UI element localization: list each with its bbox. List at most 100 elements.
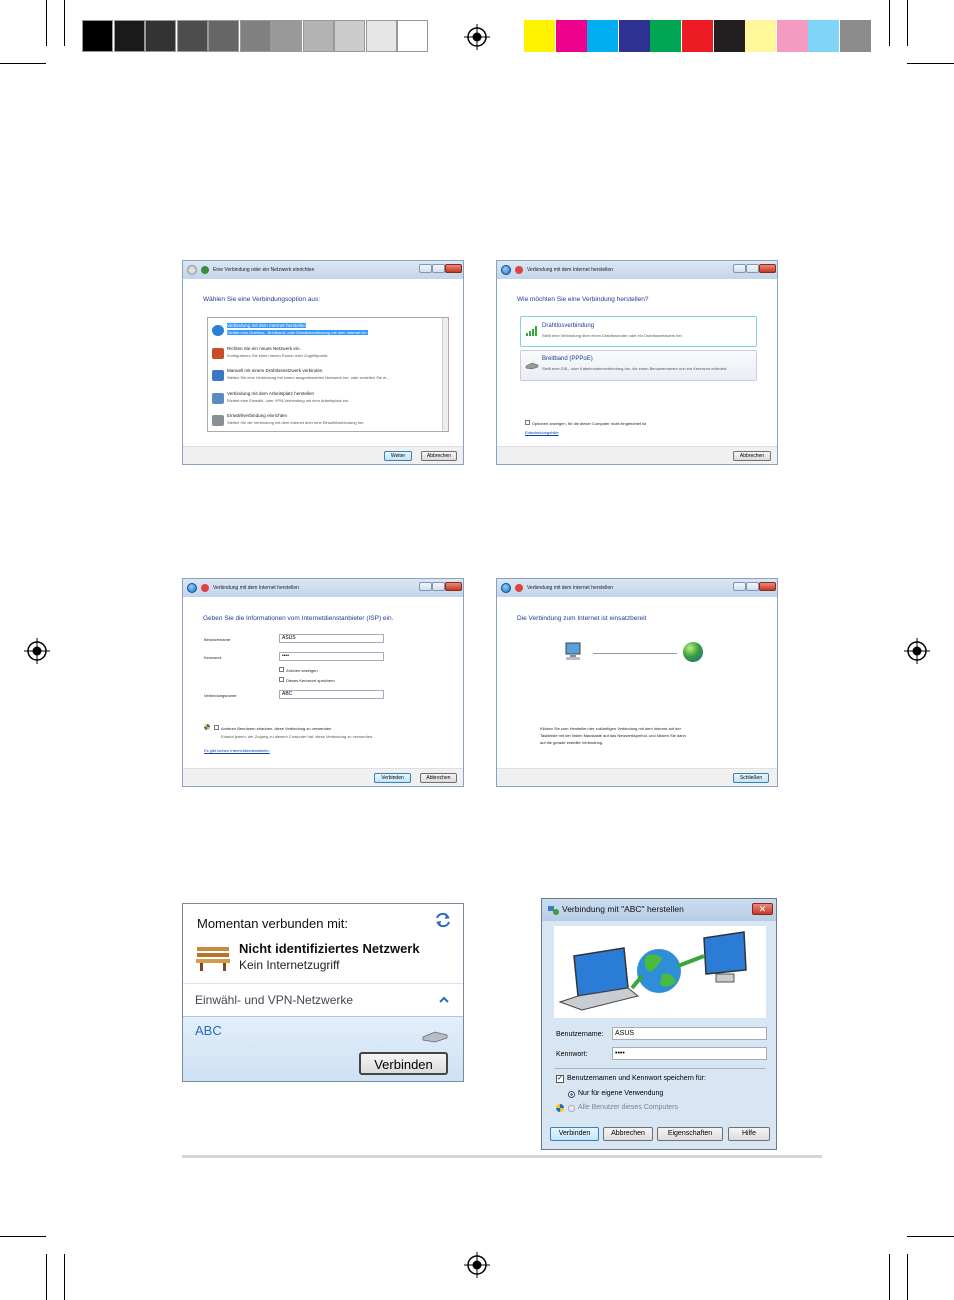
connect-abc-dialog: Verbindung mit "ABC" herstellen ✕ Benutz…: [541, 898, 777, 1150]
flyout-header: Momentan verbunden mit:: [197, 916, 349, 931]
gray-swatch: [239, 20, 271, 52]
maximize-button[interactable]: [432, 582, 445, 591]
minimize-button[interactable]: [419, 264, 432, 273]
next-button[interactable]: Weiter: [384, 451, 412, 461]
gray-swatch: [145, 20, 176, 52]
option-item[interactable]: Manuell mit einem Drahtlosnetzwerk verbi…: [209, 365, 442, 386]
title-bar: Verbindung mit dem Internet herstellen: [497, 261, 777, 279]
color-swatch: [587, 20, 619, 52]
close-button[interactable]: [445, 582, 462, 591]
dialog-footer: Verbinden Abbrechen: [183, 768, 463, 786]
connection-name-input[interactable]: ABC: [279, 690, 384, 699]
close-button[interactable]: [759, 264, 776, 273]
info-message-line: Taskleiste mit der linken Maustaste auf …: [540, 733, 686, 738]
radio-all-users[interactable]: [568, 1105, 575, 1112]
color-swatch: [682, 20, 713, 52]
username-label: Benutzername:: [204, 637, 232, 642]
minimize-button[interactable]: [733, 264, 746, 273]
option-item[interactable]: Verbindung mit dem Internet herstellen Ri…: [209, 320, 442, 341]
option-title: Richten Sie ein neues Netzwerk ein.: [227, 345, 301, 351]
option-desc: Stellen Sie eine Verbindung mit einem au…: [227, 375, 390, 380]
phone-icon: [212, 415, 224, 426]
connect-button[interactable]: Verbinden: [374, 773, 411, 783]
dialog-footer: Abbrechen: [497, 446, 777, 464]
back-arrow-icon[interactable]: [187, 583, 197, 593]
crop-mark: [64, 0, 65, 46]
connection-item-abc[interactable]: ABC Verbinden: [183, 1016, 463, 1081]
connection-name: ABC: [195, 1023, 222, 1038]
remember-password-label: Dieses Kennwort speichern: [286, 678, 335, 683]
minimize-button[interactable]: [419, 582, 432, 591]
close-button[interactable]: ✕: [752, 903, 773, 915]
password-label: Kennwort:: [556, 1051, 588, 1058]
back-arrow-icon[interactable]: [187, 265, 197, 275]
allow-others-label: Anderen Benutzern erlauben, diese Verbin…: [221, 726, 332, 731]
show-options-checkbox[interactable]: [525, 420, 530, 425]
remember-password-checkbox[interactable]: [279, 677, 284, 682]
help-link[interactable]: Entscheidungshilfe: [525, 430, 559, 435]
option-desc: Konfigurieren Sie einen neuen Router ode…: [227, 352, 329, 358]
crop-mark: [907, 1236, 954, 1237]
minimize-button[interactable]: [733, 582, 746, 591]
gray-swatch: [397, 20, 428, 52]
network-illustration: [558, 931, 747, 1011]
properties-button[interactable]: Eigenschaften: [657, 1127, 723, 1141]
title-bar: Verbindung mit dem Internet herstellen: [183, 579, 463, 597]
refresh-icon[interactable]: [433, 912, 453, 928]
color-swatch: [524, 20, 555, 52]
show-chars-checkbox[interactable]: [279, 667, 284, 672]
modem-icon: [525, 362, 539, 370]
save-credentials-checkbox[interactable]: ✓: [556, 1075, 564, 1083]
maximize-button[interactable]: [432, 264, 445, 273]
maximize-button[interactable]: [746, 264, 759, 273]
option-desc: Stellen Sie die Verbindung mit dem Inter…: [227, 420, 365, 425]
close-button[interactable]: [759, 582, 776, 591]
option-broadband[interactable]: Breitband (PPPoE) Stellt eine DSL- oder …: [520, 350, 757, 381]
radio-own-use[interactable]: [568, 1091, 575, 1098]
username-input[interactable]: ASUS: [279, 634, 384, 643]
dialog-footer: Weiter Abbrechen: [183, 446, 463, 464]
option-item[interactable]: Einwählverbindung einrichten Stellen Sie …: [209, 410, 442, 431]
no-isp-link[interactable]: Es gibt keinen Internetdienstanbieter.: [204, 748, 270, 753]
chevron-up-icon[interactable]: [439, 996, 449, 1003]
username-input[interactable]: ASUS: [612, 1027, 767, 1040]
network-status: Kein Internetzugriff: [239, 958, 340, 972]
cancel-button[interactable]: Abbrechen: [603, 1127, 653, 1141]
maximize-button[interactable]: [746, 582, 759, 591]
option-item[interactable]: Verbindung mit dem Arbeitsplatz herstell…: [209, 388, 442, 409]
dialog-heading: Wie möchten Sie eine Verbindung herstell…: [517, 296, 649, 303]
close-button[interactable]: [445, 264, 462, 273]
username-label: Benutzername:: [556, 1031, 604, 1038]
window-title: Verbindung mit "ABC" herstellen: [562, 904, 684, 914]
help-button[interactable]: Hilfe: [728, 1127, 770, 1141]
cancel-button[interactable]: Abbrechen: [733, 451, 771, 461]
color-swatch: [618, 20, 650, 52]
option-item[interactable]: Richten Sie ein neues Netzwerk ein. Konfi…: [209, 343, 442, 364]
connect-button[interactable]: Verbinden: [550, 1127, 599, 1141]
allow-others-checkbox[interactable]: [214, 725, 219, 730]
scrollbar[interactable]: [442, 318, 448, 431]
modem-icon: [422, 1031, 448, 1043]
cancel-button[interactable]: Abbrechen: [421, 451, 457, 461]
network-icon: [515, 584, 523, 592]
registration-mark: [24, 638, 50, 664]
setup-connection-dialog: Eine Verbindung oder ein Netzwerk einric…: [182, 260, 464, 465]
back-arrow-icon[interactable]: [501, 265, 511, 275]
crop-mark: [46, 0, 47, 46]
registration-mark: [464, 24, 490, 50]
close-dialog-button[interactable]: Schließen: [733, 773, 769, 783]
registration-mark: [904, 638, 930, 664]
radio-all-users-label: Alle Benutzer dieses Computers: [578, 1104, 678, 1111]
option-wireless[interactable]: Drahtlosverbindung Stellt eine Verbindun…: [520, 316, 757, 347]
password-input[interactable]: ••••: [279, 652, 384, 661]
color-swatch: [555, 20, 587, 52]
color-swatch: [808, 20, 840, 52]
globe-icon: [683, 642, 703, 662]
connect-button[interactable]: Verbinden: [359, 1052, 448, 1075]
option-desc: Stellt eine Verbindung über einen Drahtl…: [542, 333, 683, 338]
back-arrow-icon[interactable]: [501, 583, 511, 593]
window-title: Eine Verbindung oder ein Netzwerk einric…: [213, 267, 315, 273]
password-input[interactable]: ••••: [612, 1047, 767, 1060]
color-swatch: [776, 20, 808, 52]
cancel-button[interactable]: Abbrechen: [420, 773, 457, 783]
